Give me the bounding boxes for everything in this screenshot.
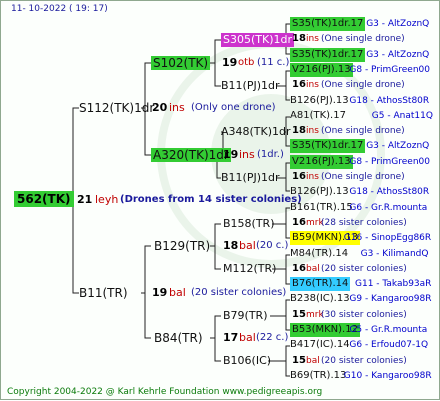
sire-note: (Only one drone) <box>191 102 276 113</box>
row-lineage: G9 - Kangaroo98R <box>349 294 432 305</box>
row-ancestor-node[interactable]: S35(TK)1dr.17 <box>290 17 366 31</box>
node-b129[interactable]: B129(TR) <box>154 239 210 253</box>
row-ancestor-node[interactable]: V216(PJ).13 <box>290 62 353 77</box>
row-note: (30 sister colonies) <box>321 309 407 320</box>
root-breeder: leyh <box>95 193 119 206</box>
pedigree-chart: 11- 10-2022 ( 19: 17) 562(TK) 21 leyh (D… <box>0 0 440 400</box>
row-ancestor-node[interactable]: B126(PJ).13 <box>290 185 349 199</box>
dam-note: (20 sister colonies) <box>191 287 287 298</box>
dam-breeder: bal <box>169 286 186 299</box>
row-lineage: G3 - AltZoznQ <box>366 141 430 152</box>
row-breeder: bal <box>306 355 320 366</box>
node-b11pj-a[interactable]: B11(PJ)1dr <box>221 79 280 93</box>
node-s305[interactable]: S305(TK)1dr <box>221 33 294 47</box>
row-ancestor-node[interactable]: S35(TK)1dr.17 <box>290 47 366 62</box>
row-year: 18 <box>292 33 306 45</box>
row-note: (20 sister colonies) <box>321 263 407 274</box>
dam-node[interactable]: B11(TR) <box>79 286 128 300</box>
node-b158[interactable]: B158(TR) <box>223 217 275 231</box>
row-lineage: G16 - SinopEgg86R <box>343 233 432 244</box>
node-b106[interactable]: B106(IC) <box>223 354 271 368</box>
row-year: 16 <box>292 262 306 274</box>
sire-year: 20 <box>152 101 168 114</box>
b84-year: 17 <box>223 331 239 344</box>
node-a348[interactable]: A348(TK)1dr <box>221 125 291 139</box>
s102-note: (11 c.) <box>257 57 290 68</box>
b84-note: (22 c.) <box>256 332 289 343</box>
row-lineage: G18 - AthosSt80R <box>349 95 430 106</box>
node-b84[interactable]: B84(TR) <box>154 331 203 345</box>
row-year: 15 <box>292 354 306 366</box>
node-b11pj-b[interactable]: B11(PJ)1dr <box>221 171 280 185</box>
row-ancestor-node[interactable]: M84(TR).14 <box>290 247 348 261</box>
s102-year: 19 <box>222 56 238 69</box>
row-ancestor-node[interactable]: B161(TR).15 <box>290 201 353 215</box>
s102-breeder: otb <box>238 57 255 68</box>
row-lineage: G5 - Anat11Q <box>371 110 433 121</box>
row-ancestor-node[interactable]: B76(TR).14 <box>290 277 351 292</box>
row-ancestor-node[interactable]: B417(IC).14 <box>290 338 350 352</box>
b129-note: (20 c.) <box>256 240 289 251</box>
row-ancestor-node[interactable]: S35(TK)1dr.17 <box>290 139 366 154</box>
row-year: 15 <box>292 308 306 320</box>
b129-breeder: bal <box>239 239 256 252</box>
row-note: (One single drone) <box>321 80 405 91</box>
row-year: 18 <box>292 125 306 137</box>
row-lineage: G8 - PrimGreen00 <box>349 156 431 167</box>
a320-note: (1dr.) <box>257 149 284 160</box>
row-year: 16 <box>292 171 306 182</box>
row-lineage: G5 - Gr.R.mounta <box>349 325 428 335</box>
node-m112[interactable]: M112(TR) <box>223 262 276 276</box>
node-s102[interactable]: S102(TK) <box>151 56 211 70</box>
row-ancestor-node[interactable]: V216(PJ).13 <box>290 154 353 169</box>
node-a320[interactable]: A320(TK)1dr <box>151 148 231 162</box>
row-note: (One single drone) <box>321 172 405 182</box>
dam-year: 19 <box>152 286 168 299</box>
b129-year: 18 <box>223 239 239 252</box>
row-lineage: G3 - AltZoznQ <box>366 19 430 29</box>
row-ancestor-node[interactable]: A81(TK).17 <box>290 109 346 123</box>
row-lineage: G10 - Kangaroo98R <box>343 370 432 381</box>
sire-breeder: ins <box>169 101 185 114</box>
row-lineage: G3 - AltZoznQ <box>366 49 430 60</box>
row-breeder: ins <box>306 34 319 45</box>
root-year: 21 <box>77 193 93 206</box>
root-drones-note: (Drones from 14 sister colonies) <box>120 194 302 205</box>
node-b79[interactable]: B79(TR) <box>223 309 268 323</box>
row-note: (One single drone) <box>321 34 405 45</box>
row-note: (One single drone) <box>321 126 405 137</box>
row-note: (28 sister colonies) <box>321 217 407 228</box>
b84-breeder: bal <box>239 331 256 344</box>
sire-node[interactable]: S112(TK)1dr <box>79 101 154 115</box>
row-ancestor-node[interactable]: B69(TR).13 <box>290 369 346 383</box>
root-queen[interactable]: 562(TK) <box>14 191 74 207</box>
row-lineage: G8 - PrimGreen00 <box>349 64 431 75</box>
copyright-footer: Copyright 2004-2022 @ Karl Kehrle Founda… <box>7 387 323 397</box>
row-ancestor-node[interactable]: B238(IC).13 <box>290 292 350 306</box>
row-breeder: bal <box>306 263 320 274</box>
row-lineage: G6 - Gr.R.mounta <box>349 202 428 213</box>
a320-breeder: ins <box>239 148 255 161</box>
row-breeder: ins <box>306 80 319 91</box>
row-ancestor-node[interactable]: B126(PJ).13 <box>290 94 349 108</box>
row-lineage: G6 - Erfoud07-1Q <box>349 340 429 351</box>
row-breeder: ins <box>306 172 319 182</box>
row-breeder: ins <box>306 126 319 137</box>
row-year: 16 <box>292 79 306 91</box>
row-lineage: G18 - AthosSt80R <box>349 187 430 198</box>
row-year: 16 <box>292 216 306 228</box>
row-lineage: G3 - KilimandQ <box>360 248 429 259</box>
a320-year: 19 <box>223 148 239 161</box>
row-note: (20 sister colonies) <box>321 355 407 366</box>
row-lineage: G11 - Takab93aR <box>355 279 432 290</box>
